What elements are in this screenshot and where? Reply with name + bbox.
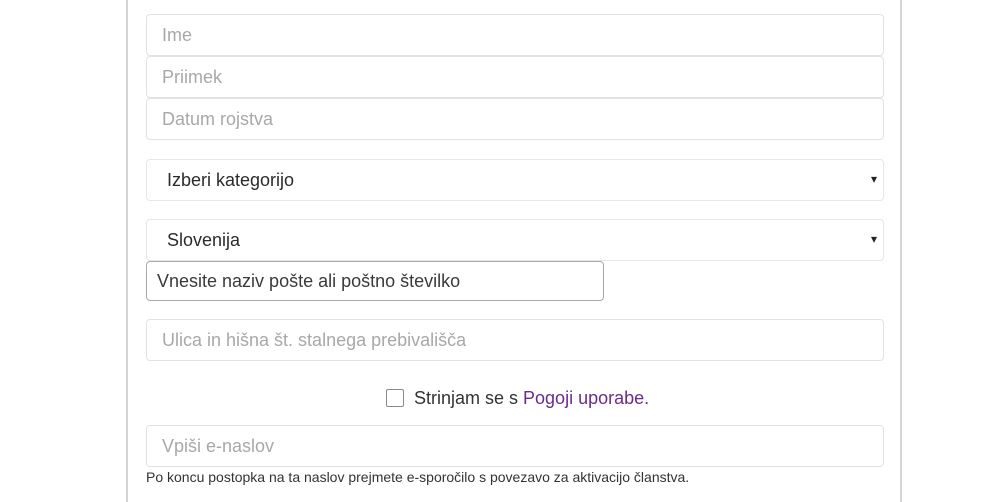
country-select[interactable]: Slovenija ▾ xyxy=(146,219,884,261)
chevron-down-icon: ▾ xyxy=(870,172,877,186)
last-name-input[interactable] xyxy=(146,56,884,98)
first-name-input[interactable] xyxy=(146,14,884,56)
category-select-value: Izberi kategorijo xyxy=(167,169,295,190)
terms-of-use-link[interactable]: Pogoji uporabe. xyxy=(523,388,649,409)
birth-date-input[interactable] xyxy=(146,98,884,140)
street-address-input[interactable] xyxy=(146,319,884,361)
chevron-down-icon: ▾ xyxy=(870,232,877,246)
terms-agreement: Strinjam se s Pogoji uporabe. xyxy=(386,386,649,410)
terms-label: Strinjam se s xyxy=(414,387,519,408)
country-select-value: Slovenija xyxy=(167,229,241,250)
post-office-input[interactable] xyxy=(146,261,604,301)
email-input[interactable] xyxy=(146,425,884,467)
terms-checkbox[interactable] xyxy=(386,389,404,407)
category-select[interactable]: Izberi kategorijo ▾ xyxy=(146,159,884,201)
email-help-text: Po koncu postopka na ta naslov prejmete … xyxy=(146,469,690,485)
